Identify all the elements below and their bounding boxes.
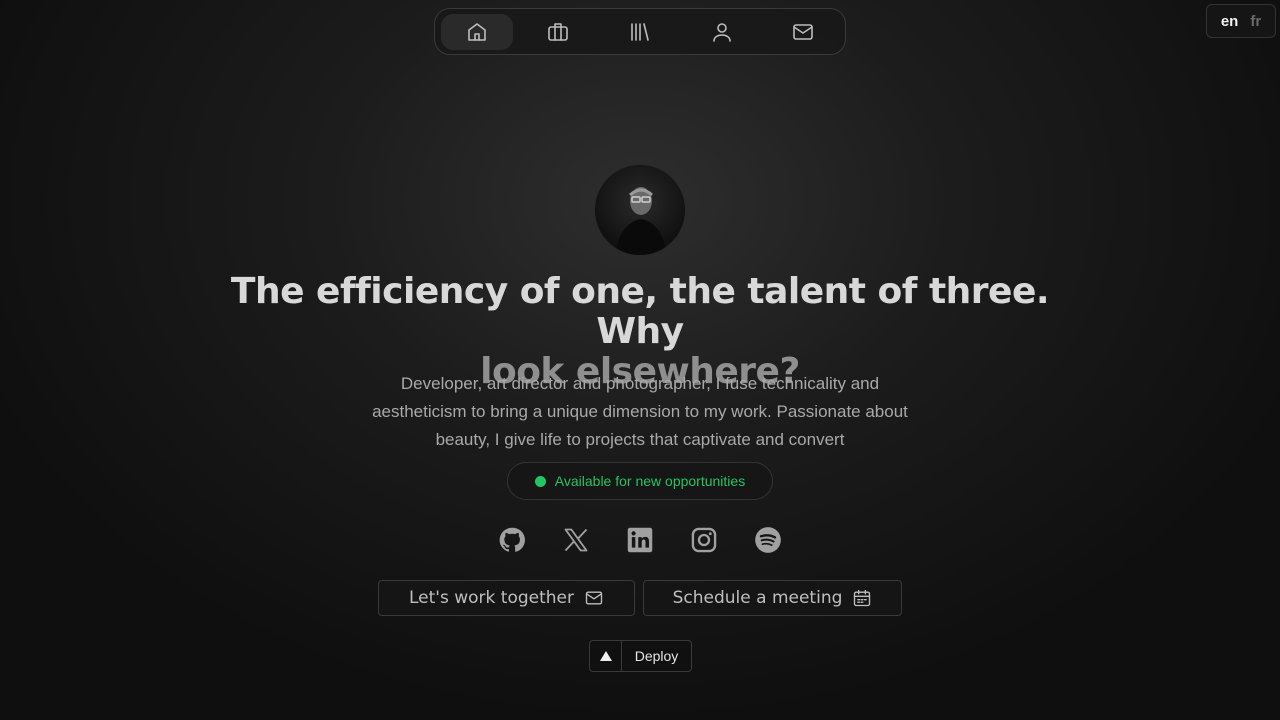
user-icon — [712, 22, 731, 42]
nav-library[interactable] — [604, 14, 676, 50]
avatar — [594, 164, 686, 256]
nav-contact[interactable] — [767, 14, 839, 50]
library-icon — [631, 22, 649, 41]
nav-work[interactable] — [523, 14, 595, 50]
deploy-label: Deploy — [634, 648, 679, 664]
briefcase-icon — [548, 22, 569, 41]
calendar-icon — [854, 589, 871, 607]
work-together-label: Let's work together — [409, 588, 574, 608]
instagram-icon — [691, 527, 717, 553]
nav-about[interactable] — [686, 14, 758, 50]
x-link[interactable] — [560, 524, 592, 556]
top-nav — [434, 8, 846, 55]
spotify-icon — [755, 527, 781, 553]
language-en[interactable]: en — [1221, 13, 1239, 30]
linkedin-icon — [627, 527, 653, 553]
spotify-link[interactable] — [752, 524, 784, 556]
status-dot-icon — [534, 475, 546, 487]
language-fr[interactable]: fr — [1250, 13, 1261, 30]
x-icon — [564, 528, 588, 552]
deploy-button[interactable]: Deploy — [589, 640, 692, 672]
linkedin-link[interactable] — [624, 524, 656, 556]
schedule-meeting-button[interactable]: Schedule a meeting — [643, 580, 902, 616]
github-link[interactable] — [496, 524, 528, 556]
social-links — [496, 524, 784, 556]
mail-icon — [793, 23, 813, 40]
language-switcher: en fr — [1206, 4, 1276, 38]
vercel-triangle-icon — [590, 641, 622, 671]
instagram-link[interactable] — [688, 524, 720, 556]
portrait-image — [615, 187, 667, 255]
home-icon — [467, 22, 486, 41]
nav-home[interactable] — [441, 13, 513, 50]
github-icon — [499, 527, 525, 552]
status-text: Available for new opportunities — [554, 473, 746, 489]
headline-line-1: The efficiency of one, the talent of thr… — [230, 271, 1050, 352]
schedule-meeting-label: Schedule a meeting — [672, 588, 843, 608]
mail-icon — [585, 591, 603, 605]
hero-description: Developer, art director and photographer… — [372, 374, 908, 449]
work-together-button[interactable]: Let's work together — [378, 580, 635, 616]
status-badge: Available for new opportunities — [507, 462, 773, 500]
